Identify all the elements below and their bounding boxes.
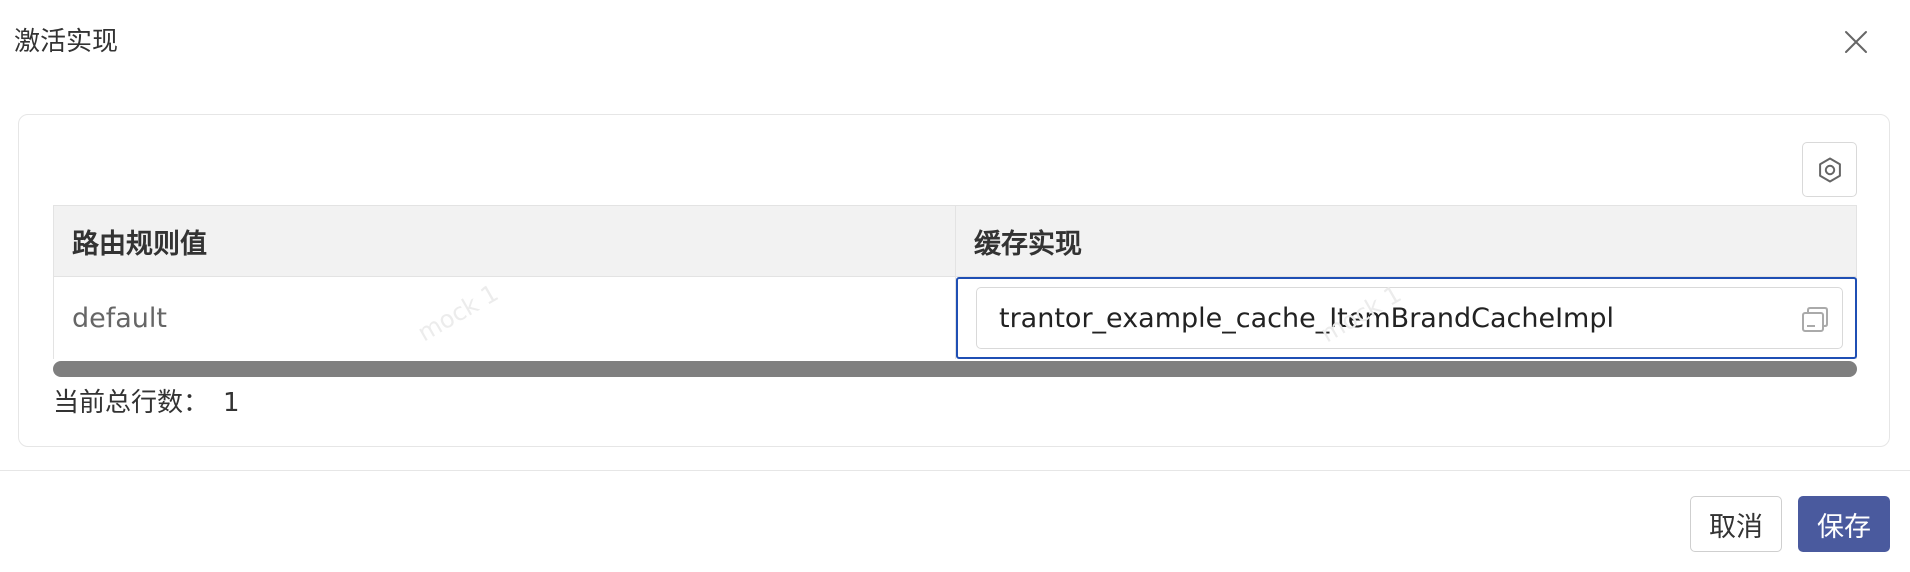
dialog-title: 激活实现 <box>14 27 119 57</box>
dialog-header: 激活实现 <box>0 0 1910 84</box>
close-icon <box>1845 31 1867 53</box>
cache-impl-value: trantor_example_cache_ItemBrandCacheImpl <box>999 302 1614 334</box>
cell-rule-value: default <box>72 302 168 334</box>
cancel-button[interactable]: 取消 <box>1690 496 1782 552</box>
table-panel: 路由规则值 缓存实现 default mock 1 trantor_exampl… <box>18 114 1890 447</box>
cell-rule[interactable]: default mock 1 <box>54 277 956 359</box>
save-button[interactable]: 保存 <box>1798 496 1890 552</box>
watermark: mock 1 <box>412 278 504 348</box>
total-row-count-value: 1 <box>223 388 240 418</box>
horizontal-scrollbar[interactable] <box>53 361 1857 377</box>
cell-cache-impl[interactable]: trantor_example_cache_ItemBrandCacheImpl… <box>956 277 1857 359</box>
routing-table: 路由规则值 缓存实现 default mock 1 trantor_exampl… <box>53 205 1857 359</box>
cache-impl-field[interactable]: trantor_example_cache_ItemBrandCacheImpl… <box>976 280 1843 349</box>
close-button[interactable] <box>1838 24 1874 60</box>
copy-icon[interactable] <box>1800 306 1830 334</box>
total-row-count: 当前总行数： 1 <box>53 385 240 421</box>
total-row-count-label: 当前总行数： <box>53 388 210 418</box>
table-header: 路由规则值 缓存实现 <box>53 205 1857 277</box>
table-settings-button[interactable] <box>1802 142 1857 197</box>
column-header-cache-impl: 缓存实现 <box>974 228 1082 260</box>
activate-implementation-dialog: 激活实现 路由规则值 缓存实现 default mock 1 trantor_e… <box>0 0 1910 572</box>
gear-icon <box>1818 157 1841 182</box>
footer-divider <box>0 470 1910 471</box>
table-row: default mock 1 trantor_example_cache_Ite… <box>53 277 1857 359</box>
column-header-rule: 路由规则值 <box>54 206 956 276</box>
